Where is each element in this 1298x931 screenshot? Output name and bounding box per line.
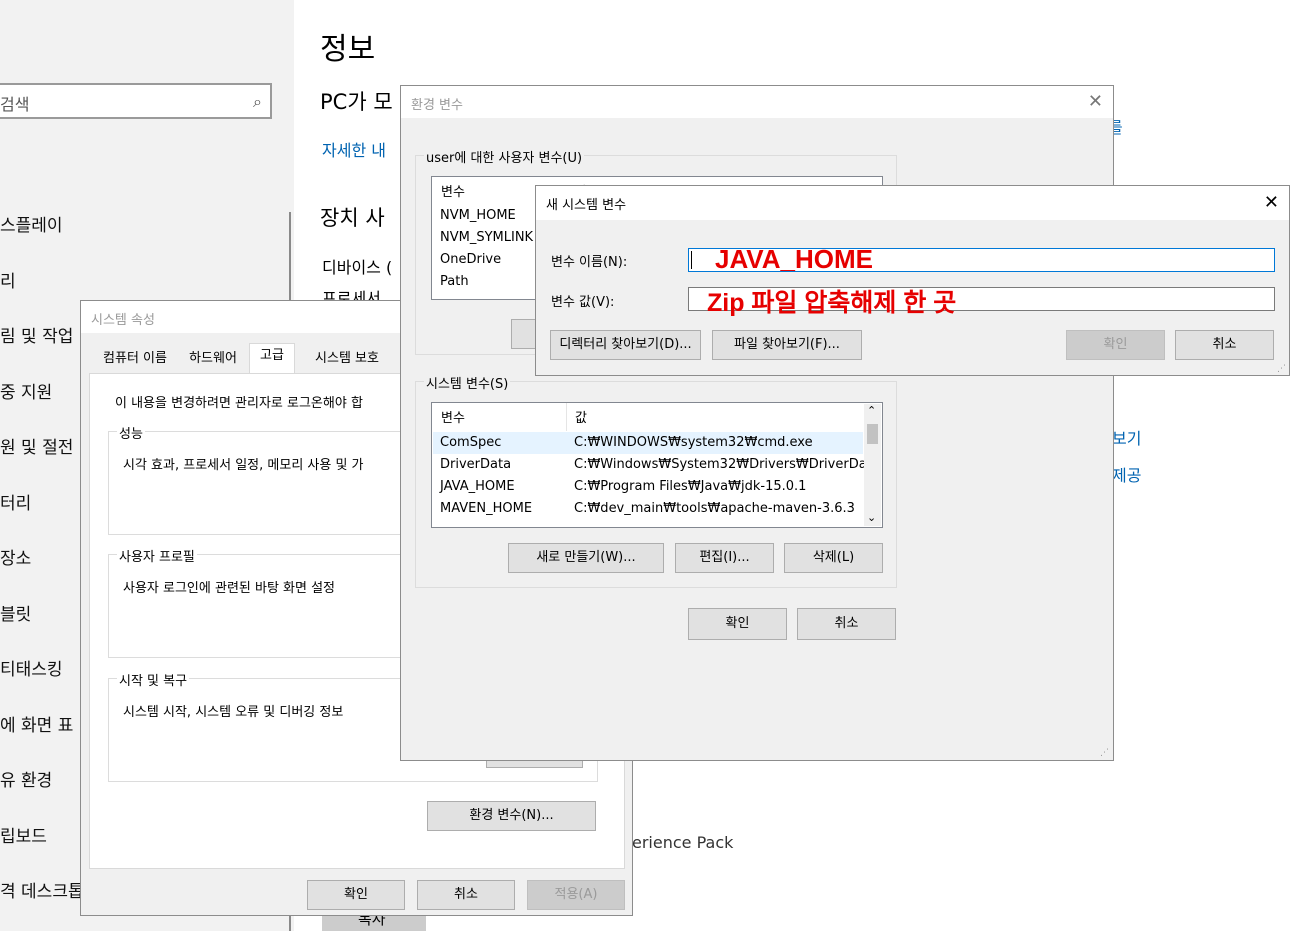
new-var-cancel-button[interactable]: 취소 (1175, 330, 1274, 360)
table-row-name[interactable]: ComSpec (440, 435, 501, 450)
system-delete-button[interactable]: 삭제(L) (784, 543, 883, 573)
system-vars-scrollbar[interactable]: ⌃ ⌄ (864, 404, 881, 526)
list-item[interactable]: NVM_SYMLINK (440, 230, 533, 245)
sidebar-item-multitasking[interactable]: 티태스킹 (0, 655, 63, 680)
table-row-name[interactable]: JAVA_HOME (440, 479, 515, 494)
environment-variables-button[interactable]: 환경 변수(N)... (427, 801, 596, 831)
sidebar-item-power[interactable]: 원 및 절전 (0, 433, 73, 458)
table-row-value[interactable]: C:₩dev_main₩tools₩apache-maven-3.6.3 (574, 501, 855, 516)
settings-search-input[interactable]: 검색 ⌕ (0, 83, 272, 119)
new-system-variable-dialog: 새 시스템 변수 ✕ 변수 이름(N): JAVA_HOME 변수 값(V): … (535, 185, 1290, 376)
table-row-value[interactable]: C:₩Program Files₩Java₩jdk-15.0.1 (574, 479, 806, 494)
user-vars-header-name[interactable]: 변수 (441, 181, 465, 200)
sidebar-item-display[interactable]: 스플레이 (0, 211, 63, 236)
system-variables-label: 시스템 변수(S) (424, 373, 511, 392)
sys-vars-header-value[interactable]: 값 (575, 407, 587, 426)
user-profile-label: 사용자 프로필 (117, 546, 197, 565)
system-edit-button[interactable]: 편집(I)... (675, 543, 774, 573)
sidebar-item-remote-desktop[interactable]: 격 데스크톱 (0, 877, 84, 902)
sysprop-cancel-button[interactable]: 취소 (417, 880, 515, 910)
sysprop-apply-button[interactable]: 적용(A) (527, 880, 625, 910)
tab-computer-name[interactable]: 컴퓨터 이름 (93, 347, 177, 371)
pc-status-text: PC가 모 (320, 90, 393, 114)
table-row-name[interactable]: DriverData (440, 457, 511, 472)
table-row-name[interactable]: MAVEN_HOME (440, 501, 532, 516)
env-vars-title: 환경 변수 (411, 98, 463, 113)
startup-recovery-desc: 시스템 시작, 시스템 오류 및 디버깅 정보 (123, 705, 344, 720)
sidebar-item-battery[interactable]: 터리 (0, 489, 31, 514)
system-properties-title: 시스템 속성 (91, 313, 155, 328)
sidebar-item-shared[interactable]: 유 환경 (0, 766, 52, 791)
new-var-title: 새 시스템 변수 (546, 198, 627, 213)
sidebar-item-sound[interactable]: 리 (0, 267, 16, 292)
browse-file-button[interactable]: 파일 찾아보기(F)... (712, 330, 862, 360)
sidebar-item-storage[interactable]: 장소 (0, 544, 31, 569)
admin-note: 이 내용을 변경하려면 관리자로 로그온해야 합 (115, 396, 363, 411)
sidebar-item-projecting[interactable]: 에 화면 표 (0, 711, 73, 736)
list-item[interactable]: OneDrive (440, 252, 501, 267)
close-icon[interactable]: ✕ (1264, 192, 1279, 213)
tab-system-protection[interactable]: 시스템 보호 (303, 347, 391, 371)
new-var-ok-button[interactable]: 확인 (1066, 330, 1165, 360)
variable-name-label: 변수 이름(N): (551, 255, 628, 270)
variable-name-value: JAVA_HOME (715, 244, 873, 274)
right-link-2[interactable]: 보기 (1112, 425, 1141, 449)
tab-hardware[interactable]: 하드웨어 (179, 347, 247, 371)
sidebar-item-tablet[interactable]: 블릿 (0, 600, 31, 625)
scroll-down-icon[interactable]: ⌄ (867, 511, 876, 524)
user-profile-desc: 사용자 로그인에 관련된 바탕 화면 설정 (123, 581, 336, 596)
browse-directory-button[interactable]: 디렉터리 찾아보기(D)... (550, 330, 701, 360)
new-var-titlebar[interactable]: 새 시스템 변수 ✕ (536, 186, 1289, 220)
sysprop-ok-button[interactable]: 확인 (307, 880, 405, 910)
variable-value-value: Zip 파일 압축해제 한 곳 (707, 289, 957, 317)
list-item[interactable]: Path (440, 274, 469, 289)
sidebar-item-notifications[interactable]: 림 및 작업 (0, 322, 73, 347)
search-placeholder: 검색 (0, 95, 30, 114)
header-divider (566, 403, 567, 431)
user-variables-label: user에 대한 사용자 변수(U) (424, 147, 585, 166)
env-vars-titlebar[interactable]: 환경 변수 ✕ (401, 86, 1113, 118)
close-icon[interactable]: ✕ (1088, 91, 1103, 112)
system-variables-group: 시스템 변수(S) 변수 값 ComSpec C:₩WINDOWS₩system… (415, 373, 897, 588)
sys-vars-header-name[interactable]: 변수 (441, 407, 465, 426)
text-cursor (691, 251, 692, 269)
sidebar-item-clipboard[interactable]: 립보드 (0, 822, 47, 847)
env-ok-button[interactable]: 확인 (688, 608, 787, 640)
system-new-button[interactable]: 새로 만들기(W)... (508, 543, 664, 573)
performance-label: 성능 (117, 423, 145, 442)
sidebar-item-focus[interactable]: 중 지원 (0, 378, 52, 403)
scroll-thumb[interactable] (867, 424, 878, 444)
resize-grip-icon[interactable]: ⋰ (1100, 748, 1109, 758)
list-item[interactable]: NVM_HOME (440, 208, 516, 223)
variable-value-label: 변수 값(V): (551, 295, 615, 310)
tab-advanced[interactable]: 고급 (249, 343, 295, 373)
search-icon[interactable]: ⌕ (253, 92, 262, 112)
resize-grip-icon[interactable]: ⋰ (1277, 364, 1286, 374)
table-row-value[interactable]: C:₩Windows₩System32₩Drivers₩DriverData (574, 457, 880, 472)
env-cancel-button[interactable]: 취소 (797, 608, 896, 640)
system-variables-list[interactable]: 변수 값 ComSpec C:₩WINDOWS₩system32₩cmd.exe… (431, 402, 883, 528)
variable-name-field[interactable]: JAVA_HOME (688, 244, 1275, 274)
scroll-up-icon[interactable]: ⌃ (867, 404, 876, 417)
table-row-value[interactable]: C:₩WINDOWS₩system32₩cmd.exe (574, 435, 813, 450)
details-link[interactable]: 자세한 내 (322, 137, 386, 161)
right-link-3[interactable]: 제공 (1112, 462, 1141, 486)
variable-value-field[interactable]: Zip 파일 압축해제 한 곳 (688, 287, 1275, 317)
performance-desc: 시각 효과, 프로세서 일정, 메모리 사용 및 가 (123, 458, 364, 473)
page-title: 정보 (320, 32, 376, 67)
startup-recovery-label: 시작 및 복구 (117, 670, 190, 689)
experience-pack-text: erience Pack (632, 833, 734, 852)
device-spec-heading: 장치 사 (320, 206, 385, 230)
device-name-label: 디바이스 ( (322, 258, 393, 277)
